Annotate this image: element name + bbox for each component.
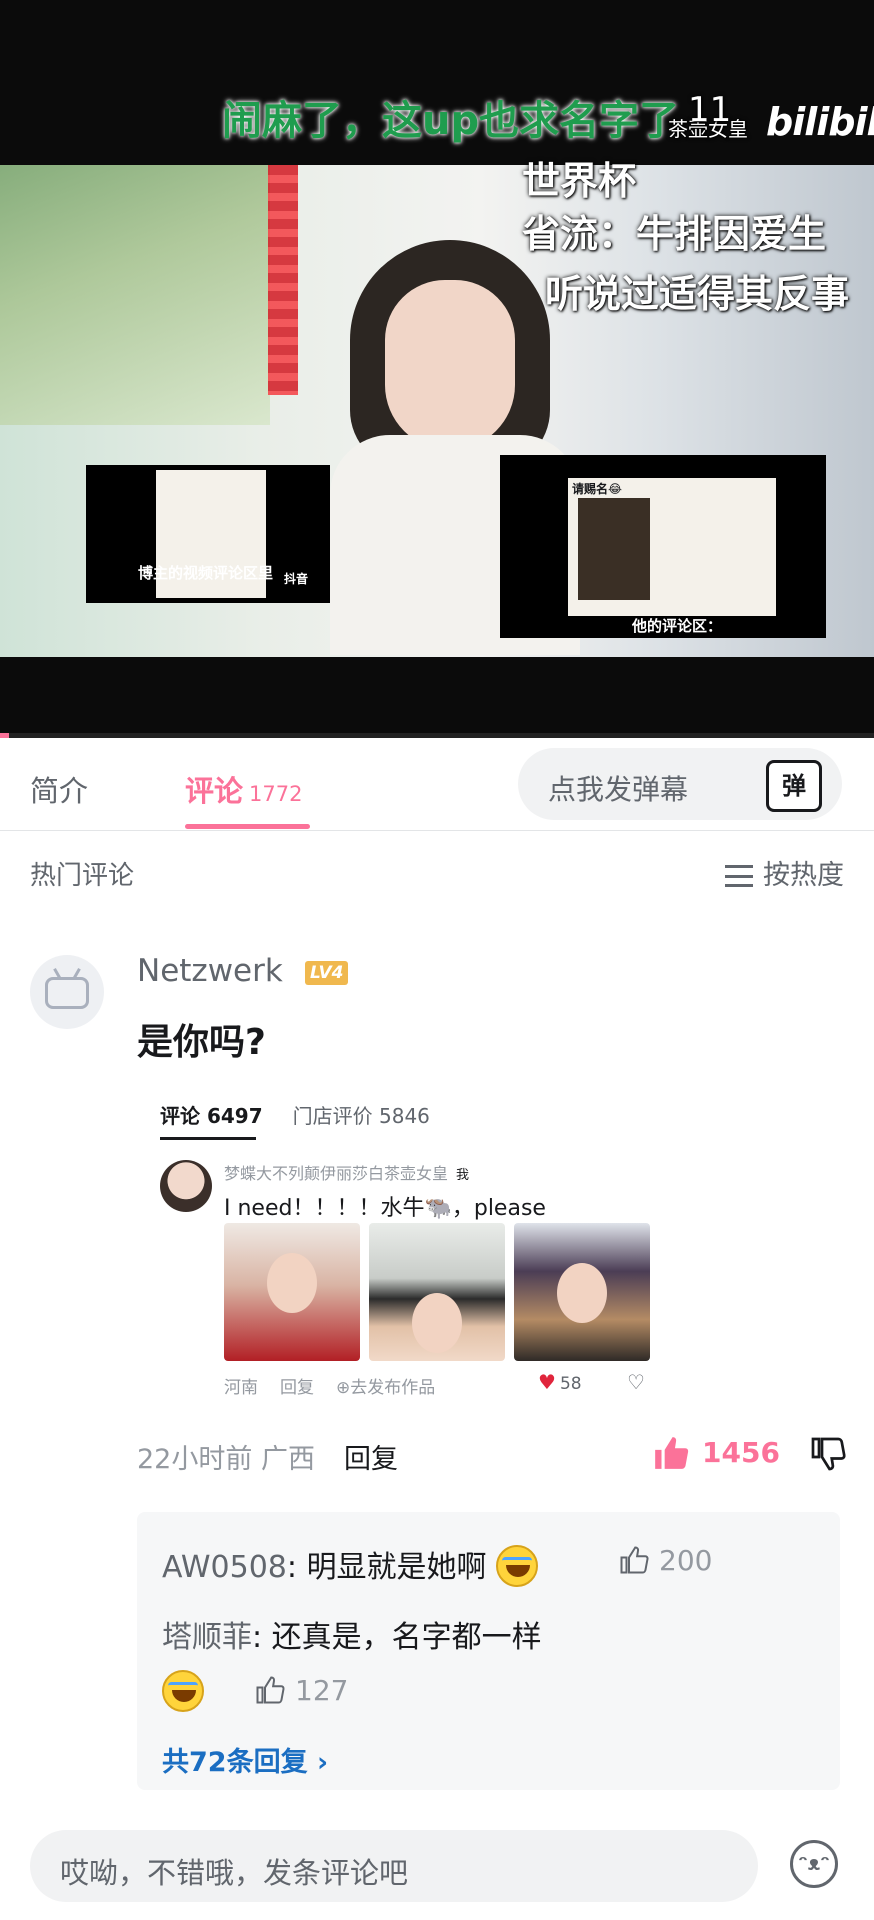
overlay-line-2: 省流：牛排因爱生 <box>522 212 827 256</box>
embedded-tabs: 评论 6497 门店评价 5846 <box>160 1100 430 1129</box>
reply-item[interactable]: 塔顺菲: 还真是，名字都一样 <box>162 1612 542 1656</box>
thumbs-up-icon <box>256 1676 285 1704</box>
overlay-line-3: 听说过适得其反事 <box>545 272 850 316</box>
reply-text: 明显就是她啊 <box>306 1550 487 1585</box>
sort-button[interactable]: 按热度 <box>725 853 844 892</box>
tab-active-indicator <box>185 824 310 829</box>
embedded-photo-1 <box>224 1223 360 1361</box>
embedded-me-tag: 我 <box>456 1168 470 1183</box>
laughing-emoji-icon <box>496 1545 539 1587</box>
embedded-tab-comments: 评论 6497 <box>160 1104 263 1128</box>
comment-image[interactable]: 评论 6497 门店评价 5846 梦蝶大不列颠伊丽莎白茶壶女皇我 I need！… <box>130 1080 690 1400</box>
embedded-meta: 河南 回复 ⊕去发布作品 <box>224 1373 457 1398</box>
embedded-publish: ⊕去发布作品 <box>336 1378 436 1398</box>
menu-lines-icon <box>725 865 753 887</box>
reply-like[interactable]: 200 <box>619 1544 712 1577</box>
embedded-username: 梦蝶大不列颠伊丽莎白茶壶女皇我 <box>224 1164 470 1183</box>
comment-username[interactable]: Netzwerk <box>137 953 283 989</box>
tab-comments[interactable]: 评论 1772 <box>185 768 302 810</box>
reply-panel: AW0508: 明显就是她啊 200 塔顺菲: 还真是，名字都一样 127 共7… <box>137 1512 840 1790</box>
danmaku-input-button[interactable]: 点我发弹幕 弹 <box>518 748 842 820</box>
reply-item[interactable]: AW0508: 明显就是她啊 <box>162 1542 539 1587</box>
reply-like-count: 127 <box>295 1674 349 1707</box>
tv-icon <box>45 977 89 1009</box>
embedded-likes: 58 <box>559 1374 582 1394</box>
reply-username[interactable]: 塔顺菲 <box>162 1620 252 1655</box>
reply-like-count: 200 <box>659 1544 713 1577</box>
comment-reply-button[interactable]: 回复 <box>344 1437 398 1476</box>
inset-left: 博主的视频评论区里 抖音 <box>86 465 330 603</box>
embedded-broken-heart-icon: ♡ <box>627 1370 645 1394</box>
emoji-picker-icon[interactable]: ᵔᴥᵔ <box>790 1840 838 1888</box>
hot-comments-label: 热门评论 <box>30 861 135 891</box>
overlay-number: 11 <box>688 90 732 130</box>
overlay-line-1: 世界杯 <box>522 159 637 203</box>
reply-username[interactable]: AW0508 <box>162 1550 287 1585</box>
embedded-location: 河南 <box>224 1378 258 1398</box>
comment-time-location: 22小时前 广西 <box>137 1444 315 1475</box>
tab-comments-label: 评论 <box>185 774 244 808</box>
reply-text: 还真是，名字都一样 <box>271 1620 542 1655</box>
avatar[interactable] <box>30 955 104 1029</box>
comment-text: 是你吗? <box>137 1022 266 1063</box>
comment-input[interactable]: 哎呦，不错哦，发条评论吧 <box>30 1830 758 1902</box>
tab-comments-count: 1772 <box>249 782 303 806</box>
inset-left-caption: 博主的视频评论区里 <box>138 564 274 582</box>
comment-input-placeholder: 哎呦，不错哦，发条评论吧 <box>60 1856 409 1890</box>
level-badge: LV4 <box>305 961 349 985</box>
video-player[interactable]: 闹麻了，这up也求名字了 茶壶女皇 11 bilibili 世界杯 省流：牛排因… <box>0 0 874 738</box>
danmaku-prompt: 点我发弹幕 <box>548 773 689 806</box>
tab-intro[interactable]: 简介 <box>30 768 88 810</box>
thumbs-down-icon[interactable] <box>810 1436 846 1472</box>
video-red-decoration <box>268 165 298 395</box>
reply-like[interactable]: 127 <box>255 1674 348 1707</box>
inset-right-caption: 他的评论区： <box>632 617 723 635</box>
thumbs-up-icon[interactable] <box>652 1434 690 1472</box>
danmaku-toggle-icon[interactable]: 弹 <box>766 760 822 812</box>
video-window-plants <box>0 165 270 425</box>
overlay-top-text: 闹麻了，这up也求名字了 <box>222 98 680 144</box>
comment-like-count: 1456 <box>702 1436 780 1469</box>
embedded-photo-2 <box>369 1223 505 1361</box>
tiktok-logo: 抖音 <box>284 572 309 586</box>
embedded-tab-underline <box>160 1137 256 1140</box>
laughing-emoji-icon <box>162 1670 204 1712</box>
embedded-photo-3 <box>514 1223 650 1361</box>
embedded-avatar <box>160 1160 212 1212</box>
reply-emoji-line <box>162 1670 204 1712</box>
embedded-tab-reviews: 门店评价 5846 <box>292 1104 430 1128</box>
embedded-reply: 回复 <box>280 1378 314 1398</box>
view-all-replies-link[interactable]: 共72条回复 › <box>162 1740 328 1779</box>
inset-right-title: 请赐名😂 <box>572 482 623 496</box>
embedded-heart-icon: ♥ 58 <box>538 1370 582 1394</box>
bilibili-logo: bilibili <box>766 100 874 144</box>
thumbs-up-icon <box>620 1546 649 1574</box>
sort-label: 按热度 <box>763 860 844 891</box>
inset-right: 请赐名😂 他的评论区： <box>500 455 826 638</box>
embedded-message: I need！！！！水牛🐃，please <box>224 1196 546 1221</box>
